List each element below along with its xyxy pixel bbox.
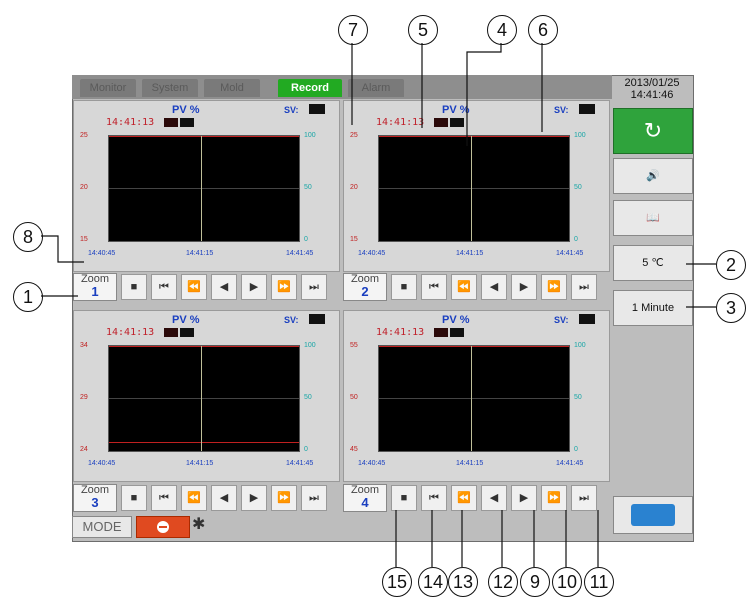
leader-lines	[41, 43, 716, 567]
